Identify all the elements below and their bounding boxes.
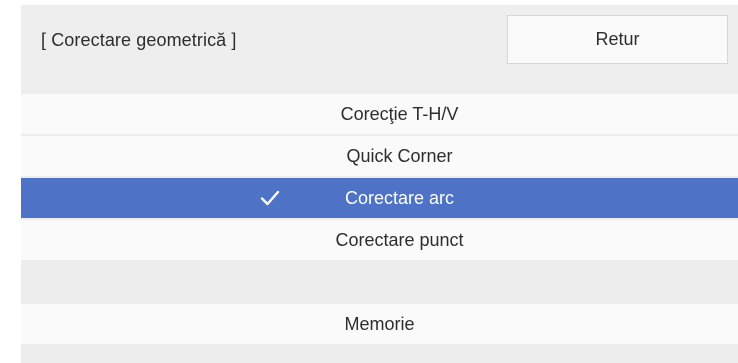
menu-item-label: Corecţie T-H/V bbox=[340, 103, 459, 124]
menu-item-label: Quick Corner bbox=[346, 145, 453, 166]
menu-item-label: Memorie bbox=[344, 313, 415, 334]
menu-spacer bbox=[21, 262, 738, 302]
menu-item-label: Corectare punct bbox=[335, 229, 464, 250]
menu-item-memory[interactable]: Memorie bbox=[21, 304, 738, 344]
menu-item-point-correction[interactable]: Corectare punct bbox=[21, 220, 738, 260]
panel-header: [ Corectare geometrică ] Retur bbox=[21, 5, 738, 87]
menu-item-tv-correction[interactable]: Corecţie T-H/V bbox=[21, 94, 738, 134]
geometry-correction-panel: [ Corectare geometrică ] Retur Corecţie … bbox=[21, 5, 738, 363]
return-button[interactable]: Retur bbox=[507, 15, 728, 64]
checkmark-icon bbox=[260, 190, 280, 206]
menu-item-quick-corner[interactable]: Quick Corner bbox=[21, 136, 738, 176]
page-title: [ Corectare geometrică ] bbox=[41, 30, 237, 50]
menu-item-label: Corectare arc bbox=[344, 187, 455, 208]
menu-item-arc-correction[interactable]: Corectare arc bbox=[21, 178, 738, 218]
